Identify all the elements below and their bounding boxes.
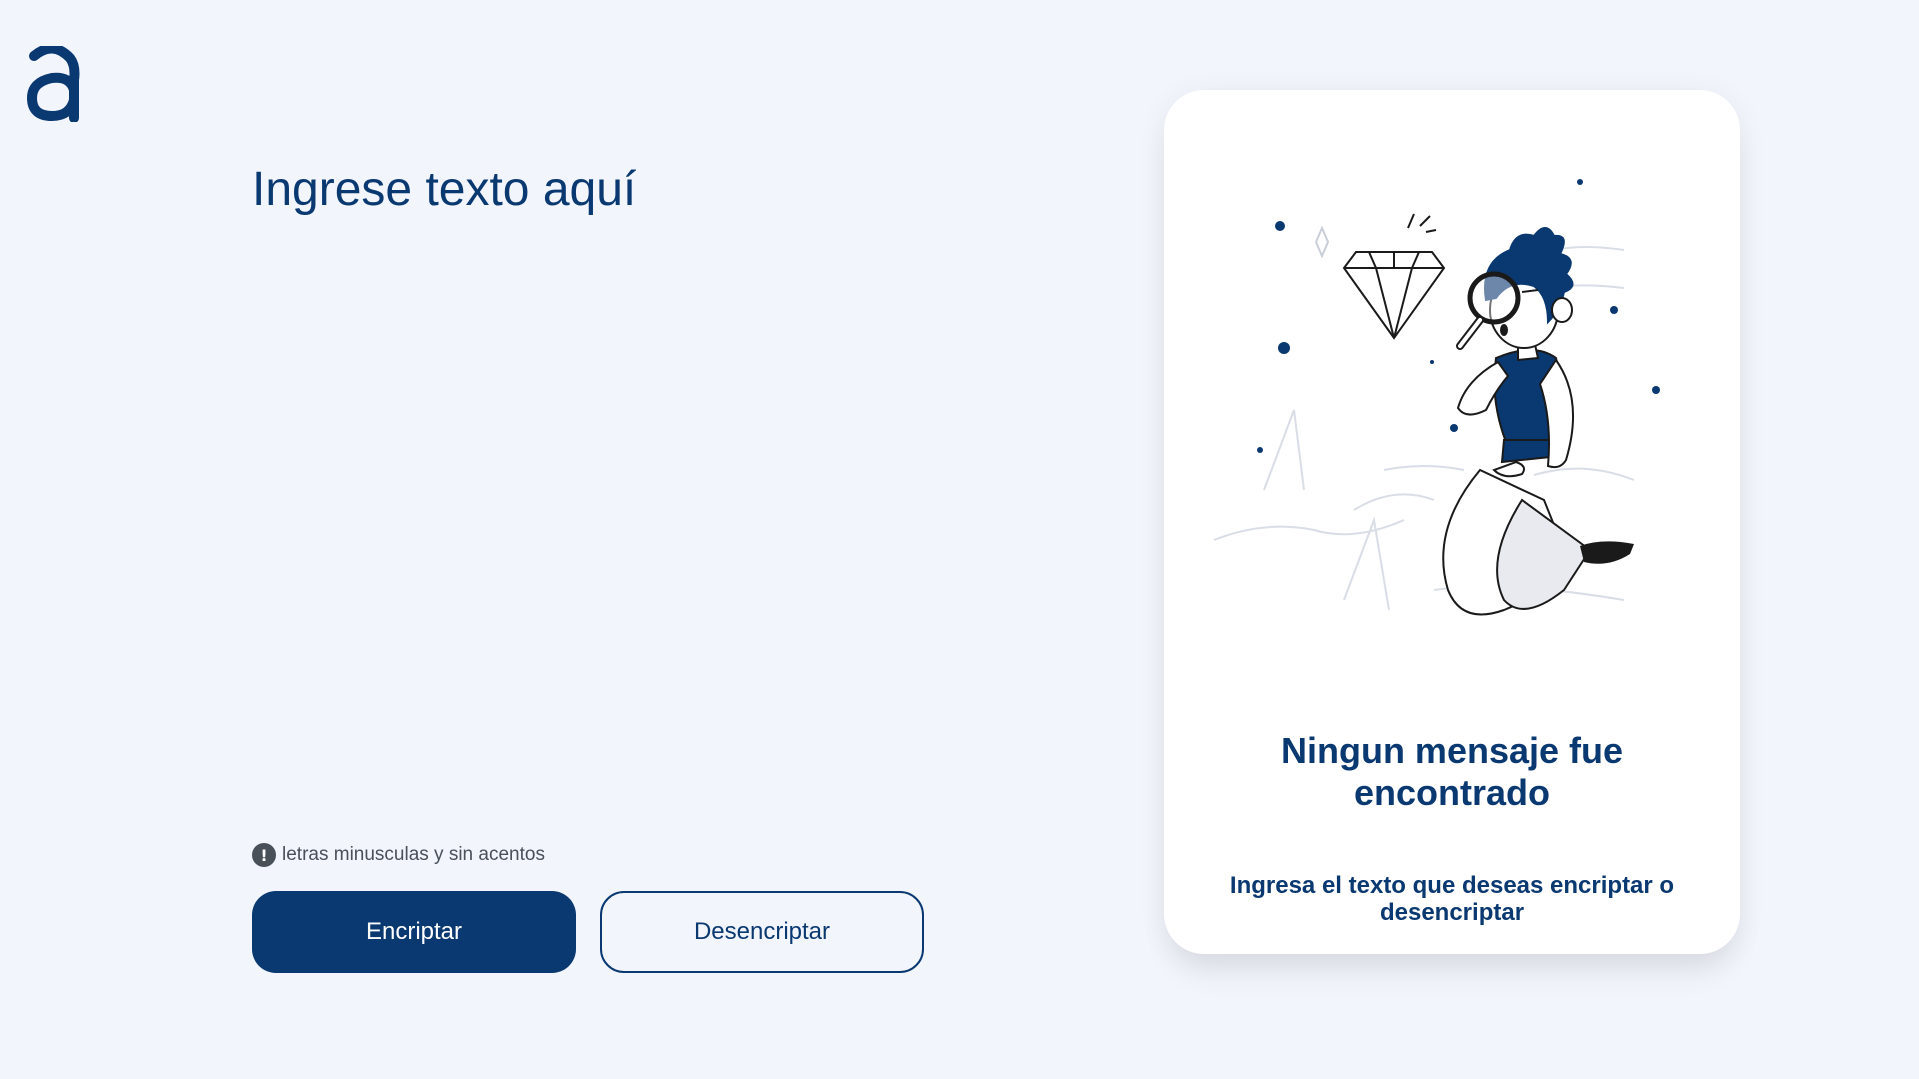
decrypt-button[interactable]: Desencriptar: [600, 891, 924, 973]
empty-state-title: Ningun mensaje fue encontrado: [1280, 730, 1624, 813]
output-card: Ningun mensaje fue encontrado Ingresa el…: [1164, 90, 1740, 954]
page: ! letras minusculas y sin acentos Encrip…: [0, 0, 1919, 1079]
logo-icon: [26, 46, 80, 122]
exclamation-circle-icon: !: [252, 843, 276, 867]
hint: ! letras minusculas y sin acentos: [252, 842, 545, 868]
person-with-magnifier-illustration: [1213, 179, 1660, 616]
text-input[interactable]: [252, 160, 952, 800]
empty-state-subtitle: Ingresa el texto que deseas encriptar o …: [1229, 872, 1675, 926]
hint-text: letras minusculas y sin acentos: [282, 844, 545, 865]
encrypt-button[interactable]: Encriptar: [252, 891, 576, 973]
